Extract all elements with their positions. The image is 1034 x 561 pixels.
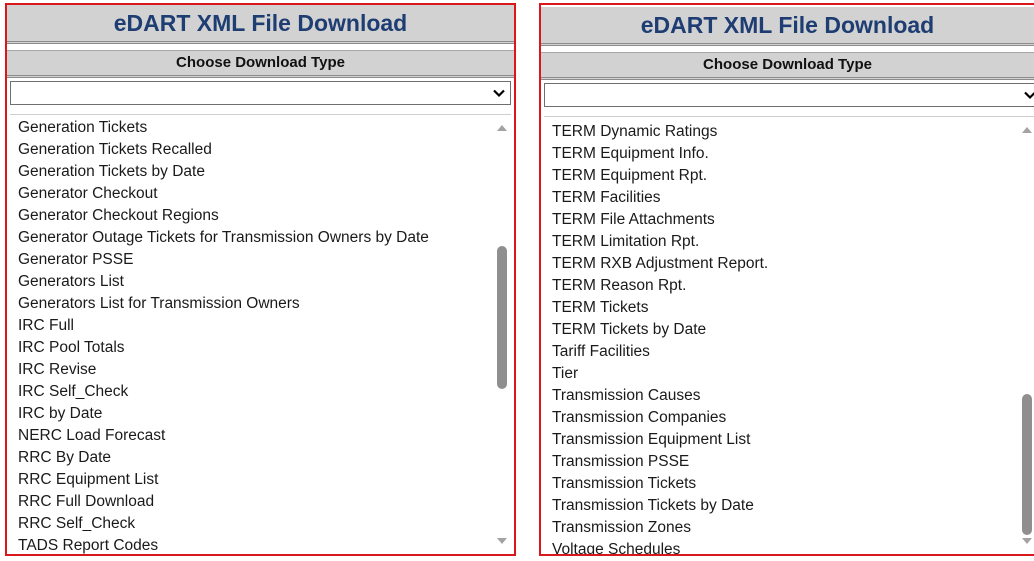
list-item[interactable]: Transmission Tickets [552,473,1014,495]
list-item[interactable]: TERM Reason Rpt. [552,275,1014,297]
list-item[interactable]: IRC Revise [18,359,487,381]
list-item[interactable]: TERM Dynamic Ratings [552,121,1014,143]
list-item[interactable]: RRC Equipment List [18,469,487,491]
page-title: eDART XML File Download [541,7,1034,46]
list-item[interactable]: TERM File Attachments [552,209,1014,231]
list-item[interactable]: RRC Full Download [18,491,487,513]
list-item[interactable]: Tariff Facilities [552,341,1014,363]
scroll-down-arrow-icon[interactable] [497,538,507,544]
scroll-up-arrow-icon[interactable] [1022,127,1032,133]
list-item[interactable]: IRC Self_Check [18,381,487,403]
list-item[interactable]: Tier [552,363,1014,385]
scroll-thumb[interactable] [497,246,507,389]
list-item[interactable]: Generator PSSE [18,249,487,271]
list-item[interactable]: Generation Tickets [18,117,487,139]
list-item[interactable]: Transmission Tickets by Date [552,495,1014,517]
download-type-select[interactable] [10,81,511,105]
chevron-down-icon [1024,91,1034,100]
list-item[interactable]: Transmission Equipment List [552,429,1014,451]
page-title: eDART XML File Download [7,5,514,44]
list-item[interactable]: Generators List for Transmission Owners [18,293,487,315]
list-item[interactable]: IRC by Date [18,403,487,425]
list-item[interactable]: TERM Tickets [552,297,1014,319]
scroll-down-arrow-icon[interactable] [1022,538,1032,544]
list-item[interactable]: TERM RXB Adjustment Report. [552,253,1014,275]
list-item[interactable]: TERM Facilities [552,187,1014,209]
list-items: TERM Dynamic Ratings TERM Equipment Info.… [552,121,1014,554]
download-panel-left: eDART XML File Download Choose Download … [5,3,516,556]
list-item[interactable]: TADS Report Codes [18,535,487,554]
list-items: Generation Tickets Generation Tickets Rec… [18,117,487,554]
download-type-select[interactable] [544,83,1034,107]
list-scrollbar[interactable] [1018,117,1034,554]
list-item[interactable]: Generator Checkout [18,183,487,205]
list-item[interactable]: RRC Self_Check [18,513,487,535]
list-item[interactable]: Generator Checkout Regions [18,205,487,227]
scroll-up-arrow-icon[interactable] [497,125,507,131]
list-item[interactable]: Transmission Companies [552,407,1014,429]
list-item[interactable]: RRC By Date [18,447,487,469]
list-item[interactable]: IRC Full [18,315,487,337]
list-item[interactable]: Voltage Schedules [552,539,1014,554]
list-item[interactable]: Generation Tickets Recalled [18,139,487,161]
list-item[interactable]: Transmission Zones [552,517,1014,539]
list-item[interactable]: TERM Tickets by Date [552,319,1014,341]
chevron-down-icon [493,89,505,98]
list-item[interactable]: Generation Tickets by Date [18,161,487,183]
download-type-heading: Choose Download Type [7,50,514,78]
list-item[interactable]: TERM Equipment Rpt. [552,165,1014,187]
list-item[interactable]: Generators List [18,271,487,293]
download-type-list[interactable]: Generation Tickets Generation Tickets Rec… [10,114,511,554]
download-panel-right: eDART XML File Download Choose Download … [539,3,1034,556]
list-item[interactable]: Transmission Causes [552,385,1014,407]
download-type-list[interactable]: TERM Dynamic Ratings TERM Equipment Info.… [544,116,1034,554]
scroll-thumb[interactable] [1022,394,1032,535]
list-item[interactable]: IRC Pool Totals [18,337,487,359]
list-item[interactable]: NERC Load Forecast [18,425,487,447]
list-scrollbar[interactable] [493,115,511,554]
list-item[interactable]: Transmission PSSE [552,451,1014,473]
list-item[interactable]: TERM Limitation Rpt. [552,231,1014,253]
list-item[interactable]: TERM Equipment Info. [552,143,1014,165]
list-item[interactable]: Generator Outage Tickets for Transmissio… [18,227,487,249]
download-type-heading: Choose Download Type [541,52,1034,80]
